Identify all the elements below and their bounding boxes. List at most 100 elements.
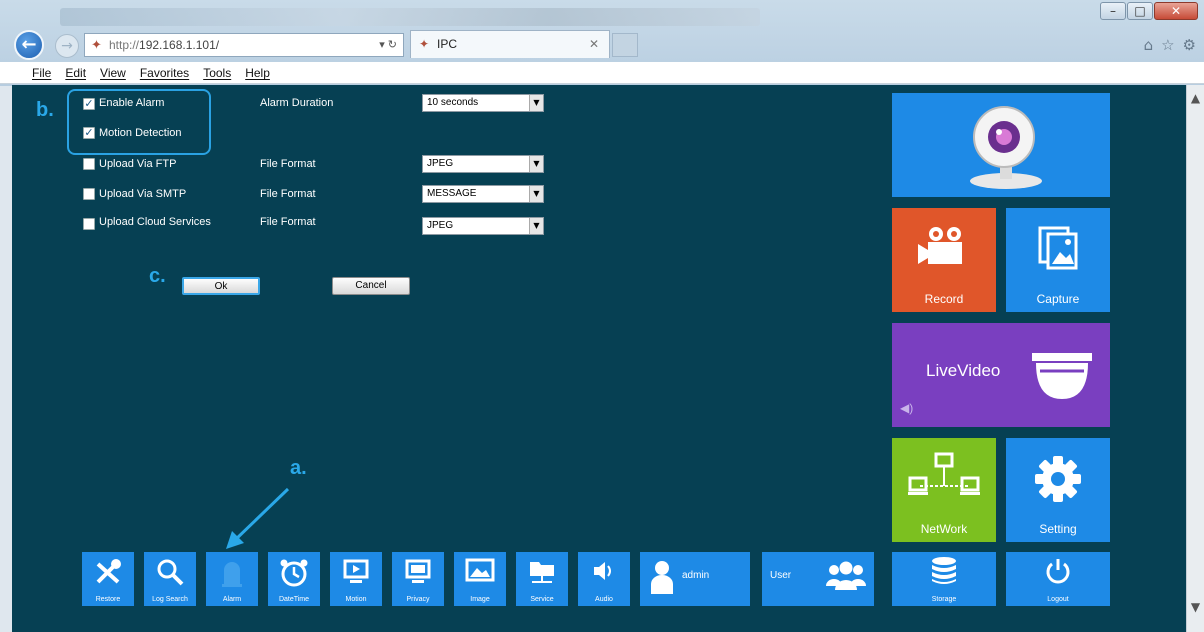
vertical-scrollbar[interactable]: ▲ ▼ [1186,85,1204,632]
browser-actions: ⌂ ☆ ⚙ [1144,36,1196,54]
audio-label: Audio [595,596,613,603]
menu-help[interactable]: Help [245,62,270,83]
logout-label: Logout [1047,596,1069,603]
upload-smtp-checkbox[interactable] [83,188,95,200]
dropdown-arrow-icon: ▼ [529,156,543,172]
motion-label: Motion [345,596,367,603]
alarm-duration-label: Alarm Duration [260,97,334,109]
dropdown-arrow-icon: ▼ [529,218,543,234]
home-icon[interactable]: ⌂ [1144,36,1154,54]
scroll-down-icon[interactable]: ▼ [1187,600,1204,618]
minimize-button[interactable]: – [1100,2,1126,20]
audio-button[interactable]: Audio [578,552,630,606]
camera-web-ui: b. c. a. ✓ Enable Alarm Alarm Duration 1… [12,85,1186,632]
power-icon [1046,559,1070,584]
favorites-star-icon[interactable]: ☆ [1161,36,1174,54]
speaker-icon [594,562,611,580]
upload-ftp-label: Upload Via FTP [99,158,177,170]
menu-favorites[interactable]: Favorites [140,62,189,83]
dome-camera-icon [1032,353,1092,399]
image-button[interactable]: Image [454,552,506,606]
new-tab-button[interactable] [612,33,638,57]
video-camera-icon [918,227,962,264]
browser-tab[interactable]: ✦ IPC ✕ [410,30,610,58]
alarm-duration-value: 10 seconds [427,97,479,108]
upload-ftp-checkbox[interactable] [83,158,95,170]
user-label: User [770,570,792,581]
logout-tile[interactable]: Logout [1006,552,1110,606]
ftp-file-format-select[interactable]: JPEG ▼ [422,155,544,173]
url-host: 192.168.1.101/ [139,38,220,52]
camera-tile[interactable] [892,93,1110,197]
storage-tile[interactable]: Storage [892,552,996,606]
record-label: Record [924,292,964,306]
capture-tile[interactable]: Capture [1006,208,1110,312]
smtp-file-format-select[interactable]: MESSAGE ▼ [422,185,544,203]
database-icon [932,557,956,584]
dropdown-arrow-icon: ▼ [529,95,543,111]
gear-icon[interactable]: ⚙ [1183,36,1196,54]
cancel-button[interactable]: Cancel [332,277,410,295]
alarm-button[interactable]: Alarm [206,552,258,606]
motion-button[interactable]: Motion [330,552,382,606]
restore-button[interactable]: Restore [82,552,134,606]
cloud-file-format-select[interactable]: JPEG ▼ [422,217,544,235]
live-video-tile[interactable]: LiveVideo ◀) [892,323,1110,427]
user-management[interactable]: User [762,552,874,606]
alarm-duration-select[interactable]: 10 seconds ▼ [422,94,544,112]
close-window-button[interactable]: ✕ [1154,2,1198,20]
menu-view[interactable]: View [100,62,126,83]
gallery-icon [1038,226,1078,270]
network-label: NetWork [920,522,968,536]
menu-tools[interactable]: Tools [203,62,231,83]
privacy-label: Privacy [406,596,430,603]
site-icon: ✦ [91,37,102,52]
navigation-bar: ← → ✦ http://192.168.1.101/ ▾ ↻ ✦ IPC ✕ … [0,28,1204,62]
url-prefix: http:// [109,38,140,52]
webcam-icon [970,106,1042,189]
back-button[interactable]: ← [14,30,44,60]
tab-title: IPC [437,37,458,51]
ftp-file-format-label: File Format [260,158,316,170]
alarm-label: Alarm [222,596,242,603]
forward-button[interactable]: → [55,34,79,58]
privacy-button[interactable]: Privacy [392,552,444,606]
admin-account[interactable]: admin [640,552,750,606]
window-controls: – □ ✕ [1100,2,1198,20]
enable-alarm-checkbox[interactable]: ✓ [83,98,95,110]
datetime-button[interactable]: DateTime [268,552,320,606]
address-bar[interactable]: ✦ http://192.168.1.101/ ▾ ↻ [84,33,404,57]
ok-button[interactable]: Ok [182,277,260,295]
motion-detection-checkbox[interactable]: ✓ [83,127,95,139]
log-search-button[interactable]: Log Search [144,552,196,606]
enable-alarm-label: Enable Alarm [99,97,165,109]
refresh-icon[interactable]: ▾ ↻ [379,34,397,56]
upload-cloud-checkbox[interactable] [83,218,95,230]
menu-file[interactable]: File [32,62,51,83]
user-icon [651,561,673,594]
scroll-up-icon[interactable]: ▲ [1187,91,1204,109]
record-tile[interactable]: Record [892,208,996,312]
service-label: Service [530,596,554,603]
maximize-button[interactable]: □ [1127,2,1153,20]
marker-c: c. [149,265,166,287]
live-video-label: LiveVideo [926,361,1001,380]
ftp-file-format-value: JPEG [427,158,454,169]
menu-edit[interactable]: Edit [65,62,86,83]
setting-tile[interactable]: Setting [1006,438,1110,542]
close-tab-icon[interactable]: ✕ [589,31,599,57]
upload-smtp-label: Upload Via SMTP [99,188,187,200]
monitor-motion-icon [343,559,369,583]
tools-icon [96,559,121,584]
tab-site-icon: ✦ [419,37,430,51]
network-icon [908,452,980,495]
speaker-icon[interactable]: ◀) [900,401,913,415]
setting-label: Setting [1039,522,1077,536]
browser-chrome: – □ ✕ ← → ✦ http://192.168.1.101/ ▾ ↻ ✦ … [0,0,1204,86]
storage-label: Storage [931,596,957,603]
image-label: Image [470,596,490,603]
service-button[interactable]: Service [516,552,568,606]
network-tile[interactable]: NetWork [892,438,996,542]
smtp-file-format-value: MESSAGE [427,188,477,199]
log-search-label: Log Search [152,596,188,603]
